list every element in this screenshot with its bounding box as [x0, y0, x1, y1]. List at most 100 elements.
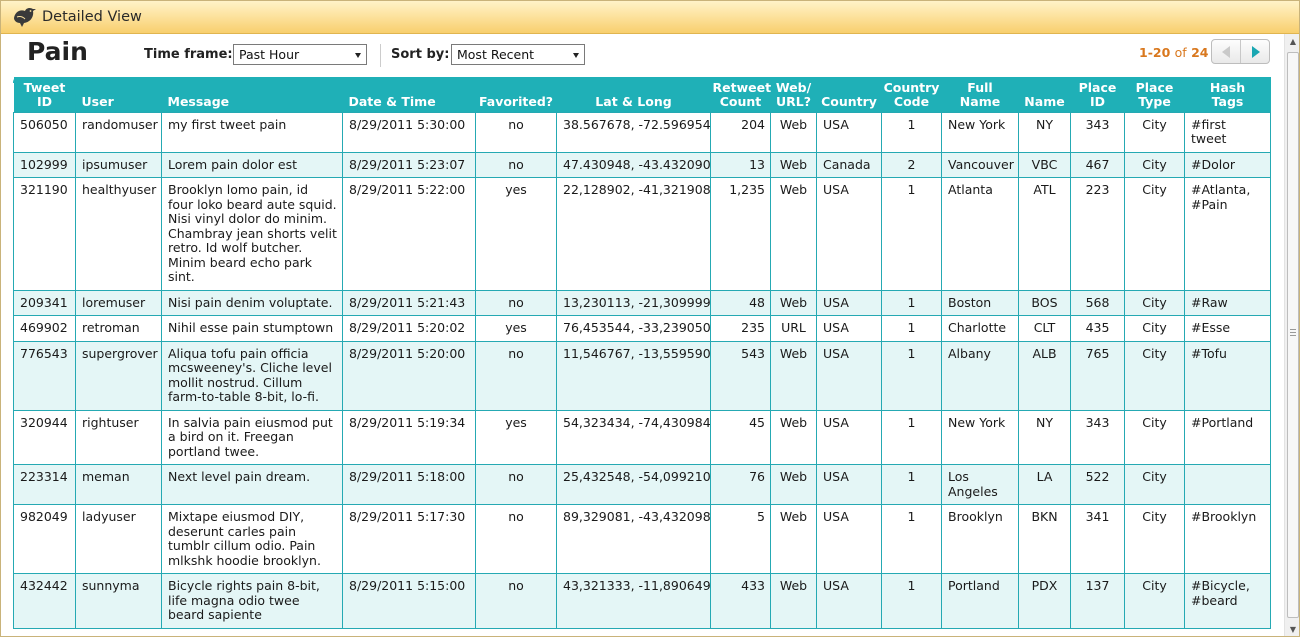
- table-row[interactable]: 776543 supergrover Aliqua tofu pain offici…: [13, 340, 1271, 411]
- time-frame-label: Time frame:: [144, 47, 233, 62]
- table-row[interactable]: 223314 meman Next level pain dream. 8/29/20…: [13, 464, 1271, 505]
- col-full-name[interactable]: Full Name: [941, 77, 1019, 112]
- cell-tweet-id: 321190: [13, 177, 76, 291]
- detailed-view-window: Detailed View Pain Time frame: Past Hour…: [0, 0, 1300, 637]
- cell-full-name: Vancouver: [941, 151, 1019, 178]
- table-row[interactable]: 102999 ipsumuser Lorem pain dolor est 8/29/…: [13, 151, 1271, 178]
- cell-message: In salvia pain eiusmod put a bird on it.…: [161, 409, 343, 465]
- table-row[interactable]: 320944 rightuser In salvia pain eiusmod pu…: [13, 409, 1271, 465]
- cell-country-code: 1: [881, 409, 942, 465]
- col-user[interactable]: User: [75, 77, 162, 112]
- cell-hash-tags: #Esse: [1184, 315, 1271, 342]
- cell-retweet-count: 204: [710, 111, 771, 153]
- column-header-label: ID: [36, 93, 53, 109]
- cell-full-name: Brooklyn: [941, 504, 1019, 574]
- scroll-down-icon[interactable]: ▼: [1285, 622, 1299, 636]
- cell-place-id: 765: [1070, 340, 1125, 411]
- col-lat-long[interactable]: Lat & Long: [556, 77, 711, 112]
- cell-favorited: no: [475, 573, 557, 629]
- cell-full-name: Los Angeles: [941, 464, 1019, 505]
- pagination-total: 24: [1191, 45, 1209, 60]
- cell-tweet-id: 506050: [13, 111, 76, 153]
- cell-favorited: no: [475, 340, 557, 411]
- next-page-button[interactable]: [1241, 40, 1269, 63]
- arrow-right-icon: [1252, 46, 1260, 58]
- column-header-label: Favorited?: [478, 93, 554, 109]
- sort-by-select[interactable]: Most Recent: [451, 44, 585, 65]
- cell-date-time: 8/29/2011 5:15:00: [342, 573, 476, 629]
- cell-date-time: 8/29/2011 5:22:00: [342, 177, 476, 291]
- cell-retweet-count: 48: [710, 289, 771, 316]
- col-name[interactable]: Name: [1018, 77, 1071, 112]
- scroll-up-icon[interactable]: ▲: [1285, 34, 1299, 50]
- cell-lat-long: 25,432548, -54,099210: [556, 464, 711, 505]
- col-date-time[interactable]: Date & Time: [342, 77, 476, 112]
- cell-favorited: no: [475, 111, 557, 153]
- col-country-code[interactable]: Country Code: [881, 77, 942, 112]
- cell-tweet-id: 469902: [13, 315, 76, 342]
- table-row[interactable]: 506050 randomuser my first tweet pain 8/29/…: [13, 111, 1271, 153]
- cell-user: randomuser: [75, 111, 162, 153]
- cell-name: VBC: [1018, 151, 1071, 178]
- cell-lat-long: 11,546767, -13,559590: [556, 340, 711, 411]
- cell-user: supergrover: [75, 340, 162, 411]
- col-web-url[interactable]: Web/URL?: [770, 77, 817, 112]
- sort-by-value: Most Recent: [457, 47, 535, 62]
- table-row[interactable]: 209341 loremuser Nisi pain denim voluptate…: [13, 289, 1271, 316]
- cell-hash-tags: #Tofu: [1184, 340, 1271, 411]
- table-row[interactable]: 432442 sunnyma Bicycle rights pain 8-bit, …: [13, 573, 1271, 629]
- col-place-id[interactable]: Place ID: [1070, 77, 1125, 112]
- col-retweet-count[interactable]: Retweet Count: [710, 77, 771, 112]
- column-header-label: Date & Time: [348, 93, 436, 109]
- scrollbar-thumb[interactable]: [1287, 52, 1299, 618]
- column-header-label: Lat & Long: [595, 93, 672, 109]
- cell-retweet-count: 543: [710, 340, 771, 411]
- col-hash-tags[interactable]: Hash Tags: [1184, 77, 1271, 112]
- table-row[interactable]: 982049 ladyuser Mixtape eiusmod DIY, deser…: [13, 504, 1271, 574]
- chevron-down-icon: [355, 53, 361, 58]
- cell-name: BKN: [1018, 504, 1071, 574]
- cell-country: USA: [816, 464, 882, 505]
- cell-lat-long: 13,230113, -21,309999: [556, 289, 711, 316]
- cell-retweet-count: 45: [710, 409, 771, 465]
- col-message[interactable]: Message: [161, 77, 343, 112]
- cell-web-url: Web: [770, 289, 817, 316]
- cell-lat-long: 47.430948, -43.432090: [556, 151, 711, 178]
- col-country[interactable]: Country: [816, 77, 882, 112]
- sort-by-label: Sort by:: [391, 47, 450, 62]
- table-row[interactable]: 469902 retroman Nihil esse pain stumptown 8…: [13, 315, 1271, 342]
- column-header-label: Country: [821, 93, 877, 109]
- cell-name: ATL: [1018, 177, 1071, 291]
- cell-place-type: City: [1124, 111, 1185, 153]
- column-header-label: Tweet: [23, 79, 66, 95]
- column-header-label: Name: [959, 93, 1001, 109]
- previous-page-button[interactable]: [1212, 40, 1241, 63]
- cell-full-name: Albany: [941, 340, 1019, 411]
- cell-tweet-id: 432442: [13, 573, 76, 629]
- cell-place-type: City: [1124, 573, 1185, 629]
- cell-retweet-count: 13: [710, 151, 771, 178]
- vertical-scrollbar[interactable]: ▲ ▼: [1284, 34, 1299, 636]
- cell-favorited: no: [475, 289, 557, 316]
- cell-tweet-id: 223314: [13, 464, 76, 505]
- arrow-left-icon: [1222, 46, 1230, 58]
- cell-hash-tags: [1184, 464, 1271, 505]
- cell-message: Nihil esse pain stumptown: [161, 315, 343, 342]
- time-frame-select[interactable]: Past Hour: [233, 44, 367, 65]
- cell-web-url: Web: [770, 504, 817, 574]
- cell-message: my first tweet pain: [161, 111, 343, 153]
- table-row[interactable]: 321190 healthyuser Brooklyn lomo pain, id …: [13, 177, 1271, 291]
- cell-date-time: 8/29/2011 5:23:07: [342, 151, 476, 178]
- cell-place-id: 223: [1070, 177, 1125, 291]
- cell-hash-tags: #Brooklyn: [1184, 504, 1271, 574]
- cell-date-time: 8/29/2011 5:21:43: [342, 289, 476, 316]
- cell-name: PDX: [1018, 573, 1071, 629]
- cell-web-url: Web: [770, 177, 817, 291]
- col-favorited[interactable]: Favorited?: [475, 77, 557, 112]
- cell-country-code: 1: [881, 504, 942, 574]
- col-place-type[interactable]: Place Type: [1124, 77, 1185, 112]
- cell-country: USA: [816, 315, 882, 342]
- cell-message: Lorem pain dolor est: [161, 151, 343, 178]
- col-tweet-id[interactable]: Tweet ID: [13, 77, 76, 112]
- column-header-label: Tags: [1211, 93, 1244, 109]
